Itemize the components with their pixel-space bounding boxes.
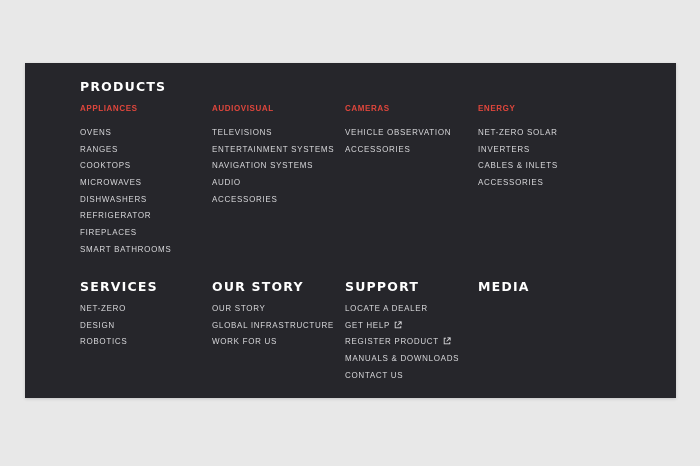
cameras-list: VEHICLE OBSERVATION ACCESSORIES xyxy=(345,125,451,158)
products-heading: PRODUCTS xyxy=(80,79,167,94)
footer-sitemap: PRODUCTS APPLIANCES OVENS RANGES COOKTOP… xyxy=(25,63,676,398)
link-audio[interactable]: AUDIO xyxy=(212,175,334,192)
link-net-zero[interactable]: NET-ZERO xyxy=(80,301,127,318)
link-cooktops[interactable]: COOKTOPS xyxy=(80,158,171,175)
link-manuals-downloads[interactable]: MANUALS & DOWNLOADS xyxy=(345,351,459,368)
category-appliances[interactable]: APPLIANCES xyxy=(80,104,138,113)
energy-list: NET-ZERO SOLAR INVERTERS CABLES & INLETS… xyxy=(478,125,558,192)
audiovisual-list: TELEVISIONS ENTERTAINMENT SYSTEMS NAVIGA… xyxy=(212,125,334,208)
link-get-help-label: GET HELP xyxy=(345,320,391,330)
appliances-list: OVENS RANGES COOKTOPS MICROWAVES DISHWAS… xyxy=(80,125,171,259)
link-av-accessories[interactable]: ACCESSORIES xyxy=(212,192,334,209)
link-locate-dealer-label: LOCATE A DEALER xyxy=(345,304,428,313)
link-register-product-label: REGISTER PRODUCT xyxy=(345,337,439,347)
our-story-list: OUR STORY GLOBAL INFRASTRUCTURE WORK FOR… xyxy=(212,301,334,351)
link-work-for-us[interactable]: WORK FOR US xyxy=(212,334,334,351)
services-list: NET-ZERO DESIGN ROBOTICS xyxy=(80,301,127,351)
link-contact-us[interactable]: CONTACT US xyxy=(345,368,459,385)
link-dishwashers[interactable]: DISHWASHERS xyxy=(80,192,171,209)
link-get-help[interactable]: GET HELP xyxy=(345,318,459,335)
link-camera-accessories[interactable]: ACCESSORIES xyxy=(345,142,451,159)
link-cables-inlets[interactable]: CABLES & INLETS xyxy=(478,158,558,175)
link-inverters[interactable]: INVERTERS xyxy=(478,142,558,159)
link-design[interactable]: DESIGN xyxy=(80,318,127,335)
services-heading: SERVICES xyxy=(80,279,158,294)
link-global-infrastructure[interactable]: GLOBAL INFRASTRUCTURE xyxy=(212,318,334,335)
link-locate-dealer[interactable]: LOCATE A DEALER xyxy=(345,301,459,318)
link-our-story[interactable]: OUR STORY xyxy=(212,301,334,318)
link-televisions[interactable]: TELEVISIONS xyxy=(212,125,334,142)
link-robotics[interactable]: ROBOTICS xyxy=(80,334,127,351)
external-link-icon xyxy=(443,337,451,345)
category-audiovisual[interactable]: AUDIOVISUAL xyxy=(212,104,274,113)
support-list: LOCATE A DEALER GET HELP REGISTER PRODUC… xyxy=(345,301,459,384)
link-net-zero-solar[interactable]: NET-ZERO SOLAR xyxy=(478,125,558,142)
link-refrigerator[interactable]: REFRIGERATOR xyxy=(80,208,171,225)
our-story-heading: OUR STORY xyxy=(212,279,304,294)
link-manuals-downloads-label: MANUALS & DOWNLOADS xyxy=(345,354,460,364)
link-navigation-systems[interactable]: NAVIGATION SYSTEMS xyxy=(212,158,334,175)
link-entertainment-systems[interactable]: ENTERTAINMENT SYSTEMS xyxy=(212,142,334,159)
link-energy-accessories[interactable]: ACCESSORIES xyxy=(478,175,558,192)
category-cameras[interactable]: CAMERAS xyxy=(345,104,390,113)
link-microwaves[interactable]: MICROWAVES xyxy=(80,175,171,192)
support-heading: SUPPORT xyxy=(345,279,420,294)
link-contact-us-label: CONTACT US xyxy=(345,370,404,380)
media-heading[interactable]: MEDIA xyxy=(478,279,530,294)
category-energy[interactable]: ENERGY xyxy=(478,104,515,113)
link-fireplaces[interactable]: FIREPLACES xyxy=(80,225,171,242)
link-ovens[interactable]: OVENS xyxy=(80,125,171,142)
link-ranges[interactable]: RANGES xyxy=(80,142,171,159)
link-register-product[interactable]: REGISTER PRODUCT xyxy=(345,334,459,351)
link-vehicle-observation[interactable]: VEHICLE OBSERVATION xyxy=(345,125,451,142)
external-link-icon xyxy=(394,321,402,329)
link-smart-bathrooms[interactable]: SMART BATHROOMS xyxy=(80,242,171,259)
